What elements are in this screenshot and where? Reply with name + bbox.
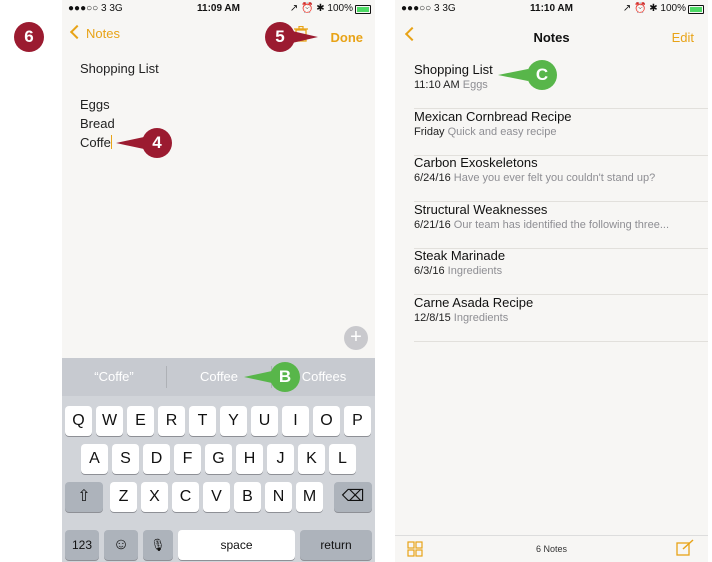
shift-key[interactable]: ⇧ [65, 482, 103, 512]
chevron-left-icon [69, 24, 85, 40]
note-date: 6/3/16 [414, 265, 445, 277]
key-c[interactable]: C [172, 482, 199, 512]
note-line-current[interactable]: Coffe [80, 135, 112, 150]
note-subtitle: 6/3/16 Ingredients [414, 265, 502, 277]
key-h[interactable]: H [236, 444, 263, 474]
numbers-key[interactable]: 123 [65, 530, 99, 560]
key-q[interactable]: Q [65, 406, 92, 436]
emoji-key[interactable]: ☺ [104, 530, 138, 560]
key-r[interactable]: R [158, 406, 185, 436]
note-date: 6/21/16 [414, 218, 451, 231]
note-subtitle: 6/24/16 Have you ever felt you couldn't … [414, 172, 655, 184]
add-attachment-button[interactable]: + [344, 326, 368, 350]
note-title: Carne Asada Recipe [414, 294, 534, 310]
note-date: 12/8/15 [414, 311, 451, 324]
note-date: 11:10 AM [414, 79, 460, 91]
key-n[interactable]: N [265, 482, 292, 512]
note-preview: Ingredients [447, 265, 503, 277]
key-d[interactable]: D [143, 444, 170, 474]
text-cursor [110, 135, 112, 149]
callout-6: 6 [14, 22, 44, 52]
key-o[interactable]: O [313, 406, 340, 436]
key-w[interactable]: W [96, 406, 123, 436]
key-a[interactable]: A [81, 444, 108, 474]
key-k[interactable]: K [298, 444, 325, 474]
key-x[interactable]: X [141, 482, 168, 512]
predictive-text-bar: “Coffe” Coffee Coffees [62, 358, 375, 396]
done-button[interactable]: Done [331, 30, 364, 45]
left-phone-screen: ●●●○○ 3 3G 11:09 AM ↗ ⏰ ✱ 100% Notes Don… [62, 0, 375, 562]
key-y[interactable]: Y [220, 406, 247, 436]
space-key[interactable]: space [178, 530, 295, 560]
divider [414, 340, 708, 342]
note-subtitle: 12/8/15 Ingredients [414, 312, 508, 324]
callout-c: C [527, 60, 557, 90]
callout-5-pointer [292, 31, 318, 43]
back-label: Notes [86, 26, 120, 41]
return-key[interactable]: return [300, 530, 372, 560]
keyboard: QWERTYUIOP ASDFGHJKL ZXCVBNM ⇧ ⌫ 123 ☺ 🎙… [62, 396, 375, 562]
key-m[interactable]: M [296, 482, 323, 512]
note-preview: Ingredients [453, 311, 509, 324]
note-subtitle: 11:10 AM Eggs [414, 79, 488, 91]
key-u[interactable]: U [251, 406, 278, 436]
note-subtitle: Friday Quick and easy recipe [414, 126, 556, 138]
status-icons: ↗ ⏰ ✱ 100% [289, 3, 353, 14]
battery-icon [688, 5, 704, 14]
typed-text: Coffe [80, 135, 111, 150]
key-t[interactable]: T [189, 406, 216, 436]
notes-count: 6 Notes [535, 544, 568, 554]
key-b[interactable]: B [234, 482, 261, 512]
status-bar: ●●●○○ 3 3G 11:09 AM ↗ ⏰ ✱ 100% [62, 0, 375, 18]
note-date: 6/24/16 [414, 172, 451, 184]
key-v[interactable]: V [203, 482, 230, 512]
note-subtitle: 6/21/16 Our team has identified the foll… [414, 219, 669, 231]
back-to-notes-button[interactable]: Notes [69, 24, 120, 41]
callout-c-pointer [498, 69, 528, 81]
note-preview: Eggs [462, 79, 488, 91]
callout-5: 5 [265, 22, 295, 52]
note-title: Shopping List [414, 62, 493, 77]
note-title: Carbon Exoskeletons [414, 155, 538, 170]
callout-4: 4 [142, 128, 172, 158]
key-s[interactable]: S [112, 444, 139, 474]
note-list-item[interactable]: Steak Marinade 6/3/16 Ingredients [395, 248, 708, 295]
callout-b: B [270, 362, 300, 392]
note-date: Friday [414, 125, 445, 138]
note-title: Structural Weaknesses [414, 201, 548, 217]
callout-4-pointer [116, 137, 144, 149]
delete-key[interactable]: ⌫ [334, 482, 372, 512]
dictation-key[interactable]: 🎙 [143, 530, 173, 560]
key-e[interactable]: E [127, 406, 154, 436]
note-preview: Quick and easy recipe [447, 125, 557, 138]
note-list-item[interactable]: Carne Asada Recipe 12/8/15 Ingredients [395, 295, 708, 342]
note-list-item[interactable]: Structural Weaknesses 6/21/16 Our team ha… [395, 202, 708, 249]
edit-button[interactable]: Edit [672, 30, 694, 45]
note-line-eggs[interactable]: Eggs [80, 97, 110, 112]
key-i[interactable]: I [282, 406, 309, 436]
key-z[interactable]: Z [110, 482, 137, 512]
key-j[interactable]: J [267, 444, 294, 474]
note-preview: Have you ever felt you couldn't stand up… [453, 172, 656, 184]
note-title-line[interactable]: Shopping List [80, 61, 159, 76]
note-list-item[interactable]: Mexican Cornbread Recipe Friday Quick and… [395, 109, 708, 156]
key-g[interactable]: G [205, 444, 232, 474]
bottom-toolbar: 6 Notes [395, 535, 708, 562]
key-l[interactable]: L [329, 444, 356, 474]
note-title: Steak Marinade [414, 248, 506, 263]
status-icons: ↗ ⏰ ✱ 100% [622, 3, 686, 14]
note-list-item[interactable]: Carbon Exoskeletons 6/24/16 Have you ever… [395, 155, 708, 202]
callout-b-pointer [244, 371, 272, 383]
battery-icon [355, 5, 371, 14]
key-f[interactable]: F [174, 444, 201, 474]
suggestion-literal[interactable]: “Coffe” [62, 358, 166, 396]
note-preview: Our team has identified the following th… [453, 218, 669, 231]
note-line-bread[interactable]: Bread [80, 116, 115, 131]
compose-icon[interactable] [676, 539, 694, 557]
page-title: Notes [533, 30, 570, 45]
key-p[interactable]: P [344, 406, 371, 436]
status-bar: ●●●○○ 3 3G 11:10 AM ↗ ⏰ ✱ 100% [395, 0, 708, 18]
note-title: Mexican Cornbread Recipe [414, 108, 572, 124]
